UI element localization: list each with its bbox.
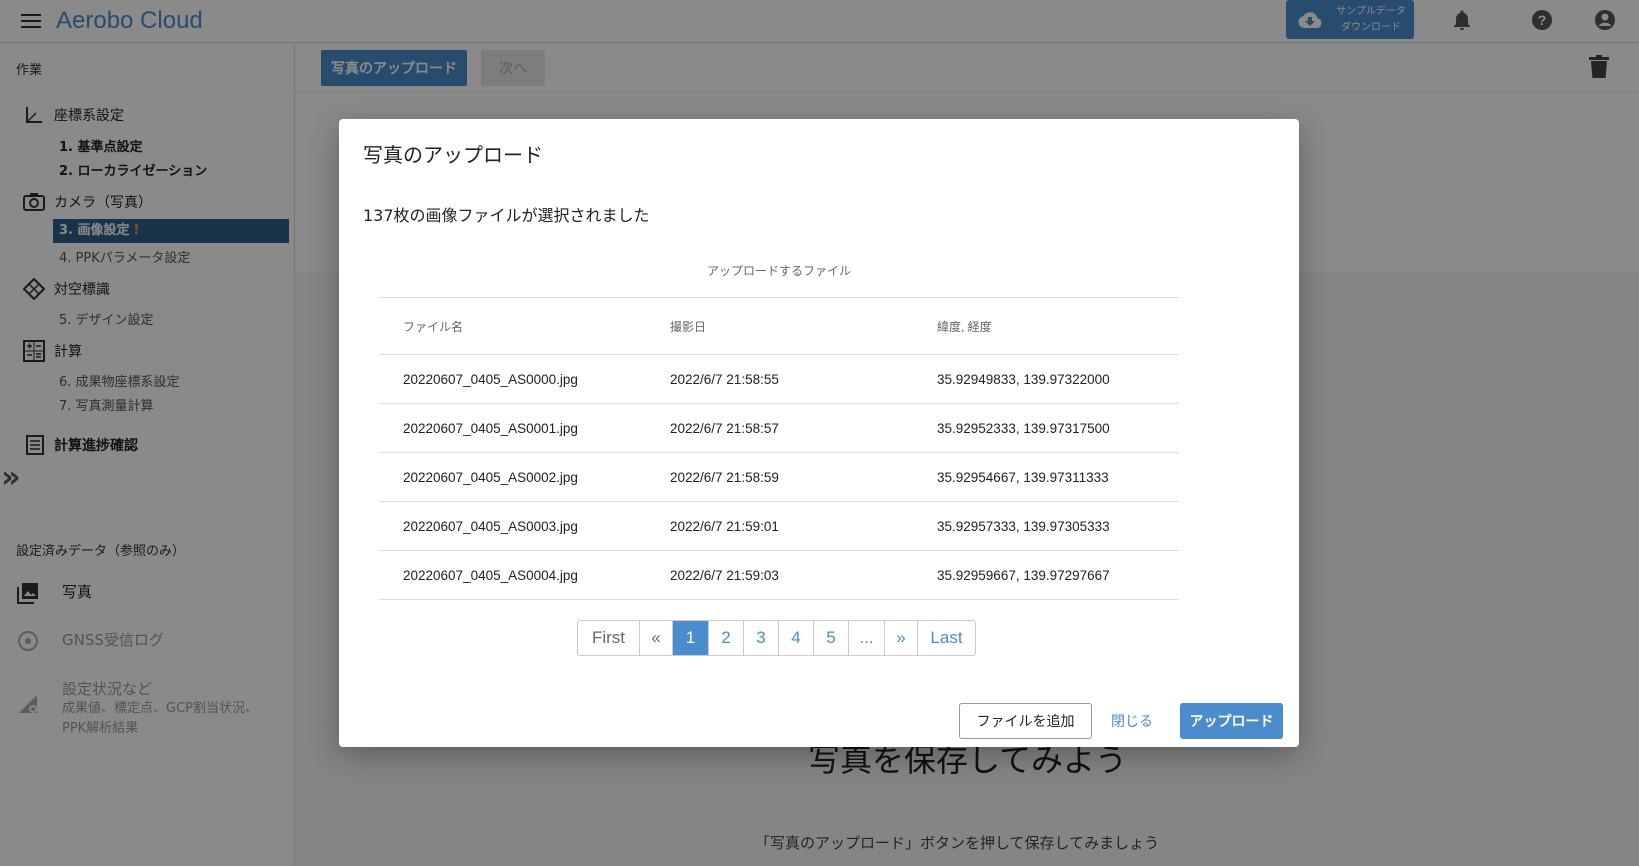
table-row: 20220607_0405_AS0004.jpg 2022/6/7 21:59:… xyxy=(379,550,1179,600)
column-header-filename[interactable]: ファイル名 xyxy=(379,297,646,355)
cell-filename: 20220607_0405_AS0000.jpg xyxy=(379,354,646,404)
pagination-page-2[interactable]: 2 xyxy=(708,621,743,655)
upload-dialog: 写真のアップロード 137枚の画像ファイルが選択されました アップロードするファ… xyxy=(339,119,1299,747)
table-header-row: ファイル名 撮影日 緯度, 経度 xyxy=(379,297,1179,355)
cell-date: 2022/6/7 21:58:59 xyxy=(646,452,913,502)
pagination-page-1[interactable]: 1 xyxy=(672,621,708,655)
pagination-more[interactable]: ... xyxy=(848,621,884,655)
cell-filename: 20220607_0405_AS0001.jpg xyxy=(379,403,646,453)
cell-latlon: 35.92952333, 139.97317500 xyxy=(913,403,1179,453)
pagination-first[interactable]: First xyxy=(578,621,639,655)
table-row: 20220607_0405_AS0000.jpg 2022/6/7 21:58:… xyxy=(379,354,1179,404)
column-header-date[interactable]: 撮影日 xyxy=(646,297,913,355)
cell-filename: 20220607_0405_AS0003.jpg xyxy=(379,501,646,551)
table-row: 20220607_0405_AS0001.jpg 2022/6/7 21:58:… xyxy=(379,403,1179,453)
cell-latlon: 35.92959667, 139.97297667 xyxy=(913,550,1179,600)
table-row: 20220607_0405_AS0002.jpg 2022/6/7 21:58:… xyxy=(379,452,1179,502)
cell-filename: 20220607_0405_AS0002.jpg xyxy=(379,452,646,502)
cell-date: 2022/6/7 21:59:01 xyxy=(646,501,913,551)
close-button[interactable]: 閉じる xyxy=(1102,703,1162,739)
pagination-next[interactable]: » xyxy=(884,621,917,655)
pagination-page-3[interactable]: 3 xyxy=(743,621,778,655)
files-table: ファイル名 撮影日 緯度, 経度 20220607_0405_AS0000.jp… xyxy=(379,297,1179,600)
cell-date: 2022/6/7 21:58:57 xyxy=(646,403,913,453)
cell-latlon: 35.92957333, 139.97305333 xyxy=(913,501,1179,551)
table-caption: アップロードするファイル xyxy=(706,264,851,278)
pagination-page-5[interactable]: 5 xyxy=(813,621,848,655)
selected-count-text: 137枚の画像ファイルが選択されました xyxy=(363,206,650,225)
cell-date: 2022/6/7 21:58:55 xyxy=(646,354,913,404)
pagination-last[interactable]: Last xyxy=(917,621,975,655)
column-header-latlon[interactable]: 緯度, 経度 xyxy=(913,297,1179,355)
add-files-button[interactable]: ファイルを追加 xyxy=(959,703,1092,739)
pagination: First « 1 2 3 4 5 ... » Last xyxy=(577,620,976,656)
pagination-page-4[interactable]: 4 xyxy=(778,621,813,655)
dialog-title: 写真のアップロード xyxy=(363,143,543,167)
cell-filename: 20220607_0405_AS0004.jpg xyxy=(379,550,646,600)
pagination-prev[interactable]: « xyxy=(639,621,672,655)
cell-latlon: 35.92954667, 139.97311333 xyxy=(913,452,1179,502)
cell-latlon: 35.92949833, 139.97322000 xyxy=(913,354,1179,404)
upload-button[interactable]: アップロード xyxy=(1180,703,1283,739)
cell-date: 2022/6/7 21:59:03 xyxy=(646,550,913,600)
table-row: 20220607_0405_AS0003.jpg 2022/6/7 21:59:… xyxy=(379,501,1179,551)
